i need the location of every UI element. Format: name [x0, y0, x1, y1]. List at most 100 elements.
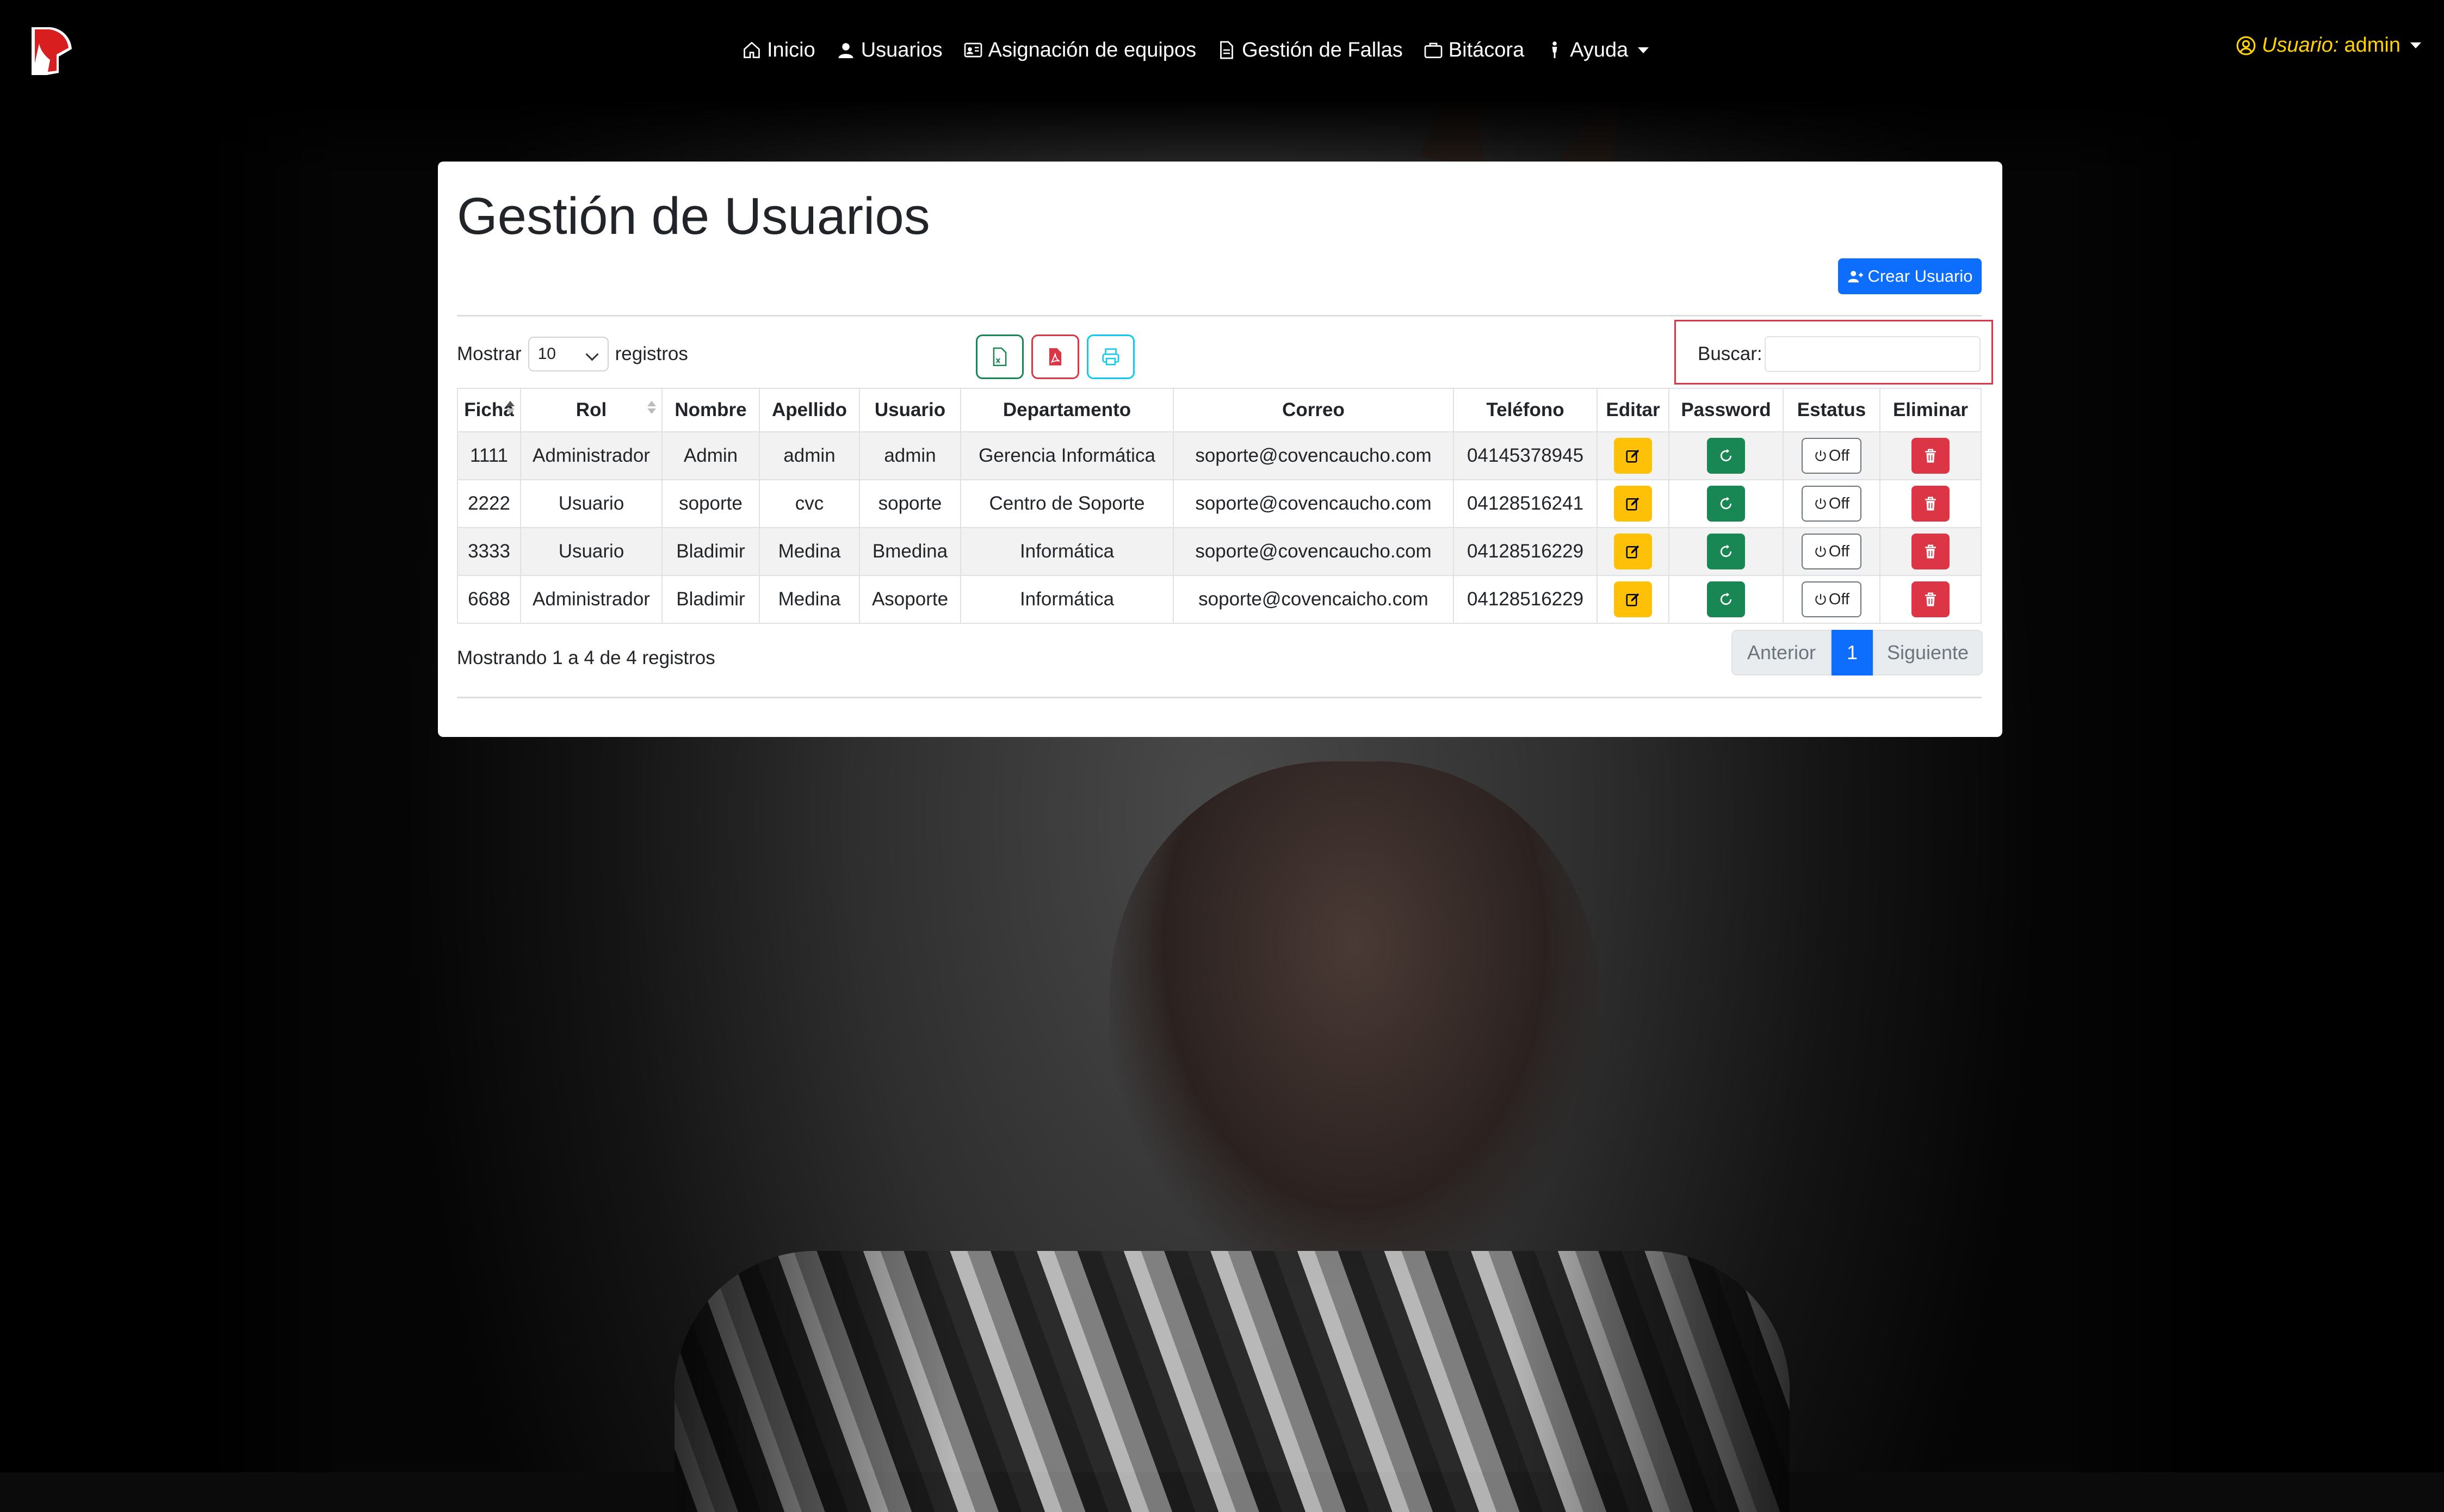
column-header-eliminar[interactable]: Eliminar	[1879, 388, 1982, 432]
nav-item-label: Usuarios	[861, 38, 943, 61]
cell-status: Off	[1783, 527, 1880, 576]
reset-icon	[1720, 544, 1732, 557]
reset-password-button[interactable]	[1707, 581, 1745, 617]
divider	[457, 697, 1982, 698]
column-header-correo[interactable]: Correo	[1173, 388, 1454, 432]
nav-item-inicio[interactable]: Inicio	[742, 39, 815, 62]
id-card-icon	[964, 42, 982, 58]
cell-departamento: Centro de Soporte	[960, 479, 1174, 528]
reset-icon	[1720, 592, 1732, 605]
delete-button[interactable]	[1911, 438, 1950, 474]
cell-correo: soporte@covencaicho.com	[1173, 575, 1454, 624]
page-length-value: 10	[537, 345, 556, 363]
cell-apellido: admin	[759, 431, 860, 480]
nav-item-usuarios[interactable]: Usuarios	[836, 39, 943, 62]
cell-edit	[1597, 575, 1669, 624]
chevron-down-icon	[2410, 42, 2421, 48]
print-button[interactable]	[1087, 334, 1135, 379]
reset-password-button[interactable]	[1707, 486, 1745, 522]
cell-apellido: Medina	[759, 527, 860, 576]
cell-rol: Administrador	[520, 431, 663, 480]
nav-menu: Inicio Usuarios Asignación de equipos Ge…	[742, 34, 1669, 66]
table-row: 1111 Administrador Admin admin admin Gerencia…	[457, 431, 1982, 480]
user-menu[interactable]: Usuario: admin	[2236, 34, 2421, 57]
power-icon	[1815, 594, 1826, 605]
show-label: Mostrar	[457, 343, 522, 364]
nav-item-ayuda[interactable]: Ayuda	[1545, 39, 1649, 62]
cell-telefono: 04128516229	[1453, 575, 1598, 624]
column-header-editar[interactable]: Editar	[1597, 388, 1669, 432]
nav-item-bitacora[interactable]: Bitácora	[1424, 39, 1524, 62]
column-header-usuario[interactable]: Usuario	[859, 388, 961, 432]
create-user-label: Crear Usuario	[1867, 267, 1973, 286]
cell-telefono: 04128516229	[1453, 527, 1598, 576]
edit-button[interactable]	[1614, 486, 1652, 522]
pagination-page-1[interactable]: 1	[1832, 630, 1873, 676]
table-row: 6688 Administrador Bladimir Medina Asoporte I…	[457, 575, 1982, 624]
column-header-ficha[interactable]: Ficha	[457, 388, 521, 432]
search-input[interactable]	[1765, 336, 1981, 372]
cell-nombre: Bladimir	[661, 575, 760, 624]
cell-usuario: admin	[859, 431, 961, 480]
column-header-nombre[interactable]: Nombre	[661, 388, 760, 432]
edit-button[interactable]	[1614, 438, 1652, 474]
briefcase-icon	[1424, 42, 1443, 58]
page-length-select[interactable]: 10	[528, 337, 609, 371]
trash-icon	[1925, 592, 1936, 606]
column-header-estatus[interactable]: Estatus	[1783, 388, 1880, 432]
status-label: Off	[1828, 542, 1850, 560]
cell-apellido: Medina	[759, 575, 860, 624]
cell-ficha: 3333	[457, 527, 521, 576]
pagination: Anterior 1 Siguiente	[1731, 630, 1983, 676]
reset-icon	[1720, 449, 1732, 462]
cell-ficha: 6688	[457, 575, 521, 624]
pagination-previous[interactable]: Anterior	[1731, 630, 1832, 676]
brand-logo[interactable]	[28, 25, 73, 75]
reset-password-button[interactable]	[1707, 438, 1745, 474]
cell-delete	[1879, 479, 1982, 528]
cell-rol: Administrador	[520, 575, 663, 624]
cell-nombre: Admin	[661, 431, 760, 480]
edit-button[interactable]	[1614, 534, 1652, 569]
status-label: Off	[1828, 590, 1850, 608]
delete-button[interactable]	[1911, 534, 1950, 569]
delete-button[interactable]	[1911, 486, 1950, 522]
export-pdf-button[interactable]	[1031, 334, 1079, 379]
reset-password-button[interactable]	[1707, 534, 1745, 569]
column-header-departamento[interactable]: Departamento	[960, 388, 1174, 432]
status-button[interactable]: Off	[1802, 486, 1861, 522]
cell-departamento: Gerencia Informática	[960, 431, 1174, 480]
cell-delete	[1879, 575, 1982, 624]
trash-icon	[1925, 449, 1936, 463]
status-button[interactable]: Off	[1802, 534, 1861, 569]
print-icon	[1102, 348, 1119, 365]
delete-button[interactable]	[1911, 581, 1950, 617]
table-body: 1111 Administrador Admin admin admin Gerencia…	[457, 431, 1982, 624]
column-header-password[interactable]: Password	[1668, 388, 1784, 432]
table-row: 2222 Usuario soporte cvc soporte Centro de So…	[457, 479, 1982, 528]
reset-icon	[1720, 497, 1732, 510]
column-header-rol[interactable]: Rol	[520, 388, 663, 432]
cell-telefono: 04145378945	[1453, 431, 1598, 480]
column-header-apellido[interactable]: Apellido	[759, 388, 860, 432]
create-user-button[interactable]: Crear Usuario	[1838, 258, 1982, 294]
divider	[457, 315, 1982, 317]
edit-button[interactable]	[1614, 581, 1652, 617]
pagination-next[interactable]: Siguiente	[1873, 630, 1983, 676]
nav-item-gestion-fallas[interactable]: Gestión de Fallas	[1217, 39, 1403, 62]
nav-item-label: Inicio	[767, 38, 815, 61]
power-icon	[1815, 546, 1826, 557]
export-excel-button[interactable]	[976, 334, 1024, 379]
cell-correo: soporte@covencaucho.com	[1173, 431, 1454, 480]
nav-item-asignacion[interactable]: Asignación de equipos	[963, 39, 1196, 62]
sort-icon	[647, 401, 656, 416]
cell-nombre: soporte	[661, 479, 760, 528]
excel-icon	[993, 347, 1007, 367]
edit-icon	[1626, 449, 1639, 463]
cell-telefono: 04128516241	[1453, 479, 1598, 528]
cell-rol: Usuario	[520, 479, 663, 528]
cell-usuario: soporte	[859, 479, 961, 528]
column-header-telefono[interactable]: Teléfono	[1453, 388, 1598, 432]
status-button[interactable]: Off	[1802, 581, 1861, 617]
status-button[interactable]: Off	[1802, 438, 1861, 474]
